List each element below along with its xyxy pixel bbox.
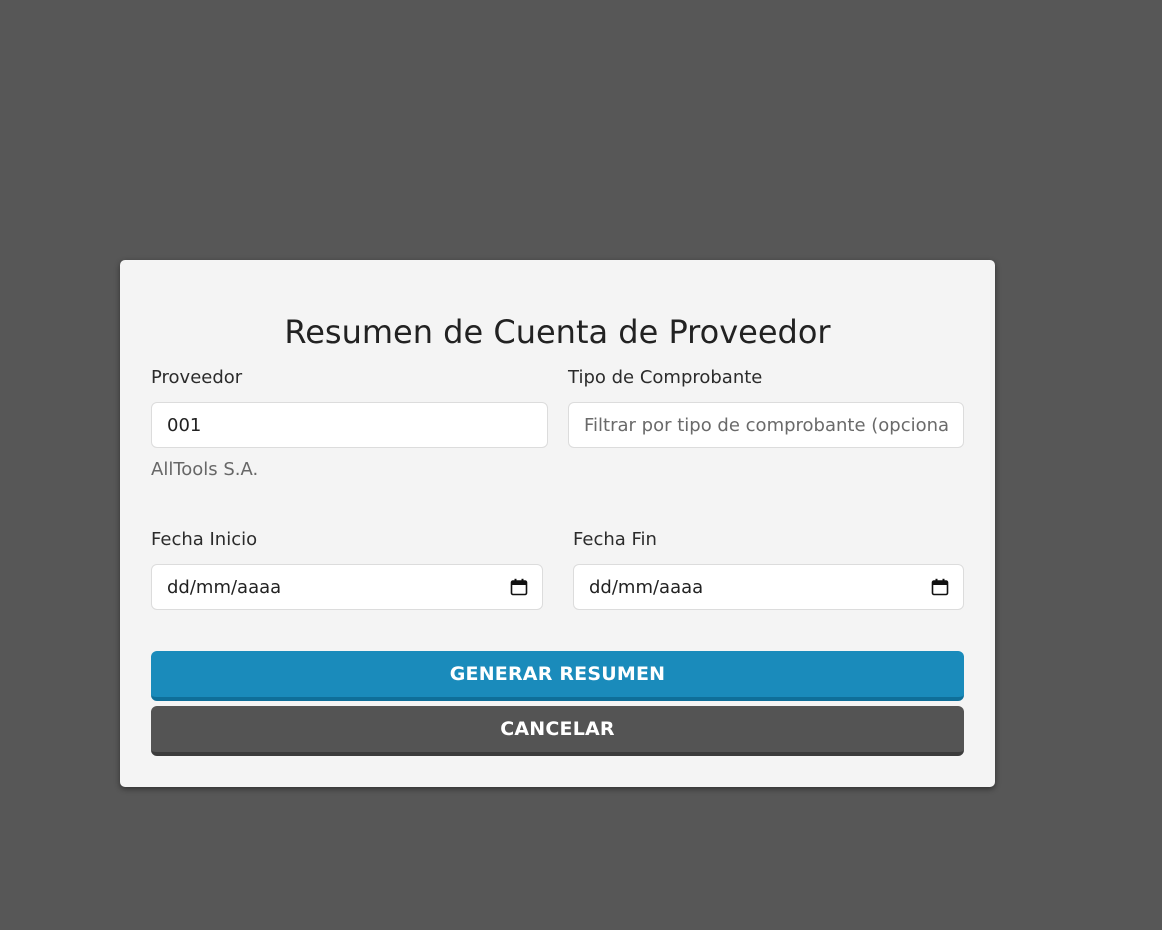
fecha-fin-label: Fecha Fin: [573, 529, 657, 550]
fecha-inicio-value: dd/mm/aaaa: [167, 576, 282, 598]
proveedor-label: Proveedor: [151, 367, 243, 388]
calendar-icon[interactable]: [931, 578, 949, 596]
tipo-comprobante-input[interactable]: [568, 402, 964, 448]
fecha-inicio-label: Fecha Inicio: [151, 529, 258, 550]
resumen-dialog: Resumen de Cuenta de Proveedor Proveedor…: [120, 260, 995, 787]
proveedor-name-hint: AllTools S.A.: [151, 459, 259, 480]
calendar-icon[interactable]: [510, 578, 528, 596]
fecha-fin-input[interactable]: dd/mm/aaaa: [573, 564, 964, 610]
fecha-fin-value: dd/mm/aaaa: [589, 576, 704, 598]
proveedor-input[interactable]: [151, 402, 548, 448]
tipo-comprobante-label: Tipo de Comprobante: [568, 367, 763, 388]
cancelar-button[interactable]: CANCELAR: [151, 706, 964, 756]
dialog-title: Resumen de Cuenta de Proveedor: [284, 313, 831, 351]
generar-resumen-button[interactable]: GENERAR RESUMEN: [151, 651, 964, 701]
fecha-inicio-input[interactable]: dd/mm/aaaa: [151, 564, 543, 610]
